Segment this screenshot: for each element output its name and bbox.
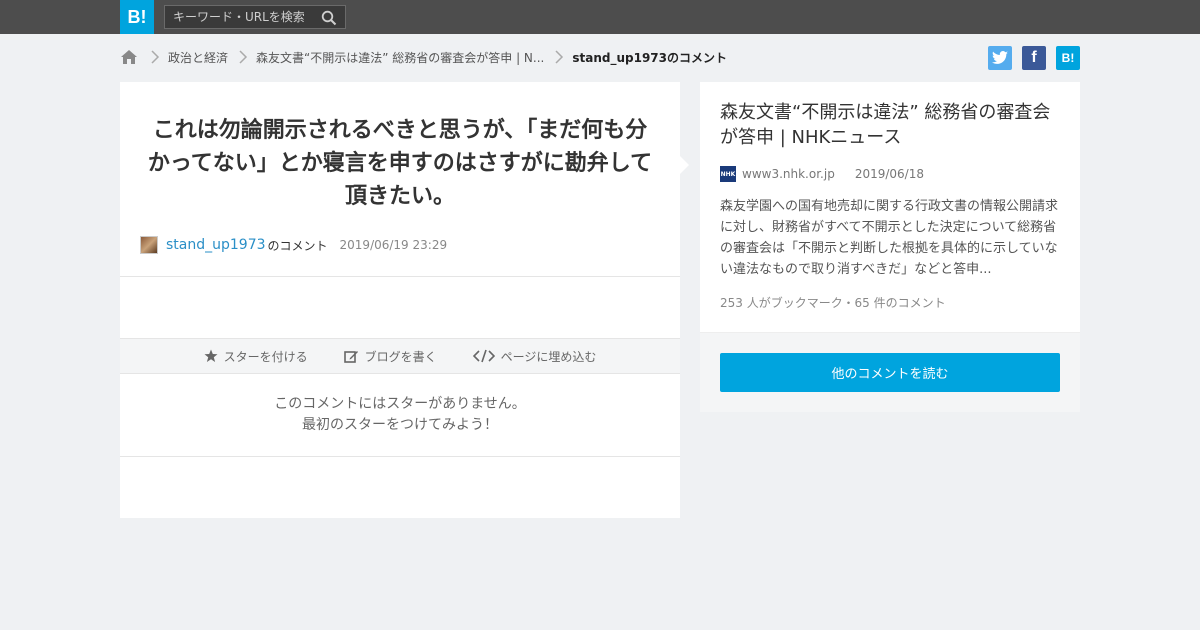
bookmark-stats[interactable]: 253 人がブックマーク・65 件のコメント [720,294,946,311]
no-star-line2: 最初のスターをつけてみよう！ [302,417,498,433]
hatena-logo[interactable]: B! [120,0,154,34]
edit-icon [343,350,358,363]
divider [120,456,680,457]
read-other-comments-button[interactable]: 他のコメントを読む [720,353,1060,392]
action-bar: スターを付ける ブログを書く ページに埋め込む [120,338,680,374]
chevron-right-icon [238,50,248,64]
card-pointer [680,156,689,174]
breadcrumb-current: stand_up1973のコメント [572,50,728,65]
avatar[interactable] [140,236,158,254]
search-box[interactable] [164,5,346,29]
article-date: 2019/06/18 [854,167,924,181]
embed-button[interactable]: ページに埋め込む [472,348,597,365]
article-source: NHK www3.nhk.or.jp 2019/06/18 [720,166,924,182]
twitter-icon [992,51,1008,64]
article-footer: 他のコメントを読む [700,332,1080,412]
comment-card: これは勿論開示されるべきと思うが、「まだ何も分かってない」とか寝言を申すのはさす… [120,82,680,518]
code-icon [472,349,495,363]
comment-suffix: のコメント [267,238,328,253]
add-star-button[interactable]: スターを付ける [204,348,308,365]
no-star-message: このコメントにはスターがありません。 最初のスターをつけてみよう！ [120,394,680,436]
home-icon[interactable] [120,47,140,67]
site-favicon: NHK [720,166,736,182]
comment-date[interactable]: 2019/06/19 23:29 [340,238,448,252]
divider [120,276,680,277]
write-blog-button[interactable]: ブログを書く [343,348,437,365]
article-summary: 森友学園への国有地売却に関する行政文書の情報公開請求に対し、財務省がすべて不開示… [720,199,1059,277]
chevron-right-icon [554,50,564,64]
add-star-label: スターを付ける [223,349,308,364]
article-title[interactable]: 森友文書“不開示は違法” 総務省の審査会が答申 | NHKニュース [720,100,1065,150]
breadcrumb: 政治と経済 森友文書“不開示は違法” 総務省の審査会が答申 | N... sta… [120,46,727,68]
share-buttons: f B! [988,46,1080,70]
breadcrumb-category[interactable]: 政治と経済 [168,49,228,66]
star-icon [204,349,218,362]
comment-meta: stand_up1973 のコメント 2019/06/19 23:29 [140,236,447,254]
article-domain[interactable]: www3.nhk.or.jp [742,167,835,181]
search-input[interactable] [173,10,313,24]
no-star-line1: このコメントにはスターがありません。 [274,396,526,412]
breadcrumb-article[interactable]: 森友文書“不開示は違法” 総務省の審査会が答申 | N... [256,49,544,66]
article-card: 森友文書“不開示は違法” 総務省の審査会が答申 | NHKニュース NHK ww… [700,82,1080,412]
embed-label: ページに埋め込む [500,349,597,364]
search-icon[interactable] [321,10,337,26]
facebook-share-button[interactable]: f [1022,46,1046,70]
chevron-right-icon [150,50,160,64]
top-bar: B! [0,0,1200,34]
write-blog-label: ブログを書く [364,349,437,364]
comment-text: これは勿論開示されるべきと思うが、「まだ何も分かってない」とか寝言を申すのはさす… [147,118,653,209]
user-link[interactable]: stand_up1973 [166,237,266,253]
twitter-share-button[interactable] [988,46,1012,70]
hatena-bookmark-button[interactable]: B! [1056,46,1080,70]
